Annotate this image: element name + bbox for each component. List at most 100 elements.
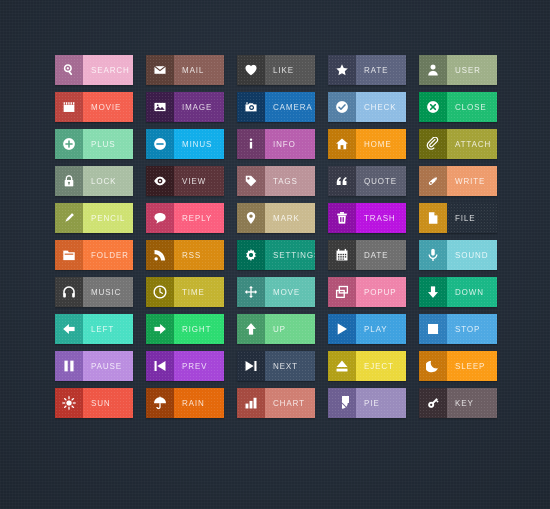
button-pause[interactable]: PAUSE	[55, 351, 133, 381]
button-label: SLEEP	[455, 361, 486, 371]
button-movie[interactable]: MOVIE	[55, 92, 133, 122]
icon-panel	[419, 55, 447, 85]
button-file[interactable]: FILE	[419, 203, 497, 233]
button-image[interactable]: IMAGE	[146, 92, 224, 122]
pause-icon	[62, 359, 76, 373]
button-user[interactable]: USER	[419, 55, 497, 85]
button-eject[interactable]: EJECT	[328, 351, 406, 381]
label-panel: CHECK	[356, 92, 406, 122]
icon-panel	[419, 203, 447, 233]
button-sound[interactable]: SOUND	[419, 240, 497, 270]
button-label: LOCK	[91, 176, 117, 186]
label-panel: SOUND	[447, 240, 497, 270]
moon-icon	[426, 359, 440, 373]
button-up[interactable]: UP	[237, 314, 315, 344]
arrow-right-icon	[153, 322, 167, 336]
button-view[interactable]: VIEW	[146, 166, 224, 196]
button-plus[interactable]: PLUS	[55, 129, 133, 159]
button-search[interactable]: SEARCH	[55, 55, 133, 85]
button-close[interactable]: CLOSE	[419, 92, 497, 122]
button-next[interactable]: NEXT	[237, 351, 315, 381]
icon-panel	[237, 388, 265, 418]
envelope-icon	[153, 63, 167, 77]
button-write[interactable]: WRITE	[419, 166, 497, 196]
button-tags[interactable]: TAGS	[237, 166, 315, 196]
button-move[interactable]: MOVE	[237, 277, 315, 307]
button-home[interactable]: HOME	[328, 129, 406, 159]
label-panel: RATE	[356, 55, 406, 85]
icon-panel	[328, 388, 356, 418]
icon-panel	[237, 92, 265, 122]
icon-panel	[55, 351, 83, 381]
button-quote[interactable]: QUOTE	[328, 166, 406, 196]
button-label: PENCIL	[91, 213, 126, 223]
button-pencil[interactable]: PENCIL	[55, 203, 133, 233]
button-like[interactable]: LIKE	[237, 55, 315, 85]
button-rain[interactable]: RAIN	[146, 388, 224, 418]
button-label: USER	[455, 65, 481, 75]
label-panel: SETTINGS	[265, 240, 315, 270]
label-panel: TAGS	[265, 166, 315, 196]
button-attach[interactable]: ATTACH	[419, 129, 497, 159]
button-label: PIE	[364, 398, 380, 408]
icon-panel	[328, 203, 356, 233]
button-trash[interactable]: TRASH	[328, 203, 406, 233]
map-pin-icon	[244, 211, 258, 225]
button-date[interactable]: DATE	[328, 240, 406, 270]
button-camera[interactable]: CAMERA	[237, 92, 315, 122]
button-info[interactable]: INFO	[237, 129, 315, 159]
button-pie[interactable]: PIE	[328, 388, 406, 418]
icon-panel	[146, 129, 174, 159]
label-panel: LEFT	[83, 314, 133, 344]
button-label: MAIL	[182, 65, 205, 75]
tag-icon	[244, 174, 258, 188]
button-key[interactable]: KEY	[419, 388, 497, 418]
button-rss[interactable]: RSS	[146, 240, 224, 270]
button-label: LEFT	[91, 324, 115, 334]
star-icon	[335, 63, 349, 77]
button-lock[interactable]: LOCK	[55, 166, 133, 196]
icon-panel	[328, 129, 356, 159]
label-panel: CLOSE	[447, 92, 497, 122]
arrow-left-icon	[62, 322, 76, 336]
button-chart[interactable]: CHART	[237, 388, 315, 418]
button-stop[interactable]: STOP	[419, 314, 497, 344]
sun-icon	[62, 396, 76, 410]
label-panel: FOLDER	[83, 240, 133, 270]
icon-panel	[55, 388, 83, 418]
button-mail[interactable]: MAIL	[146, 55, 224, 85]
button-folder[interactable]: FOLDER	[55, 240, 133, 270]
icon-panel	[328, 351, 356, 381]
pencil-icon	[62, 211, 76, 225]
button-label: KEY	[455, 398, 474, 408]
icon-panel	[328, 314, 356, 344]
button-mark[interactable]: MARK	[237, 203, 315, 233]
umbrella-icon	[153, 396, 167, 410]
label-panel: ATTACH	[447, 129, 497, 159]
gear-icon	[244, 248, 258, 262]
button-reply[interactable]: REPLY	[146, 203, 224, 233]
button-popup[interactable]: POPUP	[328, 277, 406, 307]
picture-icon	[153, 100, 167, 114]
button-time[interactable]: TIME	[146, 277, 224, 307]
button-play[interactable]: PLAY	[328, 314, 406, 344]
button-rate[interactable]: RATE	[328, 55, 406, 85]
icon-panel	[328, 240, 356, 270]
icon-panel	[419, 277, 447, 307]
label-panel: RIGHT	[174, 314, 224, 344]
icon-panel	[146, 240, 174, 270]
label-panel: NEXT	[265, 351, 315, 381]
button-settings[interactable]: SETTINGS	[237, 240, 315, 270]
button-sun[interactable]: SUN	[55, 388, 133, 418]
icon-panel	[237, 314, 265, 344]
button-down[interactable]: DOWN	[419, 277, 497, 307]
button-sleep[interactable]: SLEEP	[419, 351, 497, 381]
button-left[interactable]: LEFT	[55, 314, 133, 344]
bar-chart-icon	[244, 396, 258, 410]
button-music[interactable]: MUSIC	[55, 277, 133, 307]
button-right[interactable]: RIGHT	[146, 314, 224, 344]
button-minus[interactable]: MINUS	[146, 129, 224, 159]
button-prev[interactable]: PREV	[146, 351, 224, 381]
button-check[interactable]: CHECK	[328, 92, 406, 122]
button-label: SEARCH	[91, 65, 130, 75]
